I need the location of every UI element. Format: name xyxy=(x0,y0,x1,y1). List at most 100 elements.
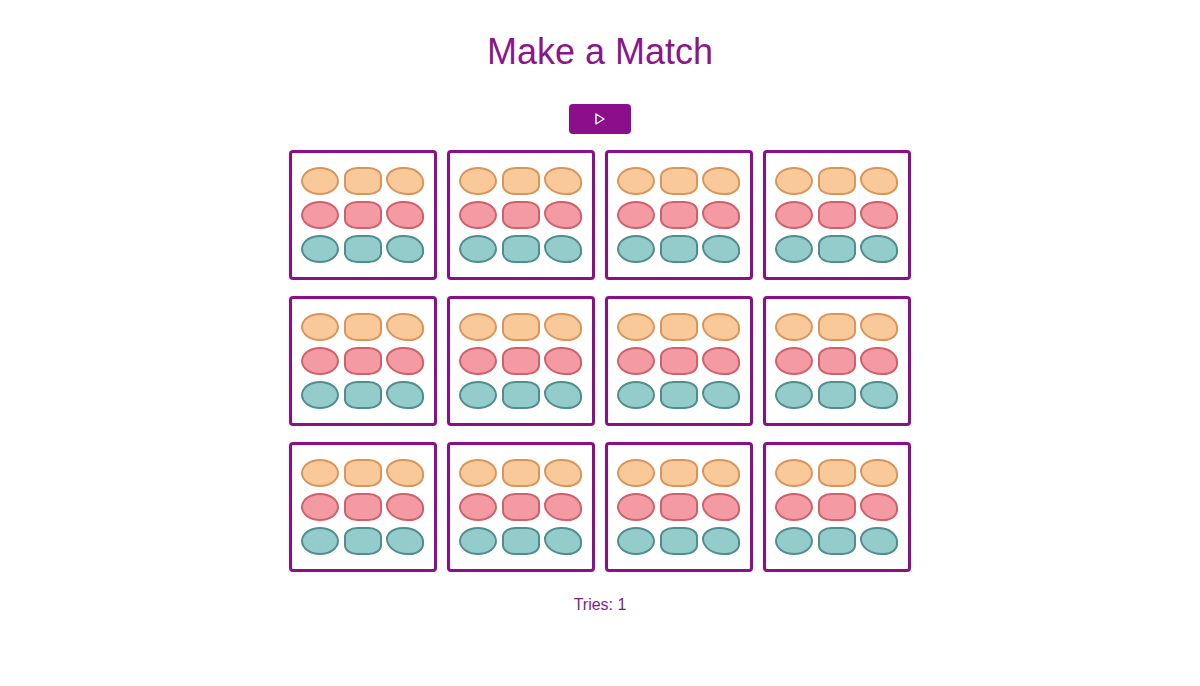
speech-bubble-icon xyxy=(344,167,382,195)
card[interactable] xyxy=(447,150,595,280)
speech-bubble-icon xyxy=(544,347,582,375)
card[interactable] xyxy=(605,296,753,426)
speech-bubble-icon xyxy=(301,527,339,555)
speech-bubble-icon xyxy=(502,347,540,375)
speech-bubble-icon xyxy=(544,381,582,409)
speech-bubble-icon xyxy=(459,201,497,229)
speech-bubble-icon xyxy=(386,459,424,487)
speech-bubble-icon xyxy=(702,459,740,487)
speech-bubble-icon xyxy=(617,201,655,229)
speech-bubble-icon xyxy=(502,381,540,409)
speech-bubble-icon xyxy=(617,459,655,487)
speech-bubble-icon xyxy=(702,381,740,409)
speech-bubble-icon xyxy=(818,459,856,487)
speech-bubble-icon xyxy=(702,313,740,341)
card-back-picture xyxy=(459,167,583,263)
card[interactable] xyxy=(289,150,437,280)
speech-bubble-icon xyxy=(459,381,497,409)
card[interactable] xyxy=(605,150,753,280)
speech-bubble-icon xyxy=(775,347,813,375)
speech-bubble-icon xyxy=(818,381,856,409)
speech-bubble-icon xyxy=(702,493,740,521)
make-a-match-page: Make a MatchTries: 1 xyxy=(0,0,1200,686)
play-button[interactable] xyxy=(569,104,631,134)
speech-bubble-icon xyxy=(386,235,424,263)
speech-bubble-icon xyxy=(502,527,540,555)
speech-bubble-icon xyxy=(775,201,813,229)
speech-bubble-icon xyxy=(860,527,898,555)
speech-bubble-icon xyxy=(860,381,898,409)
speech-bubble-icon xyxy=(860,235,898,263)
speech-bubble-icon xyxy=(617,527,655,555)
speech-bubble-icon xyxy=(775,313,813,341)
card[interactable] xyxy=(763,296,911,426)
speech-bubble-icon xyxy=(775,381,813,409)
card[interactable] xyxy=(605,442,753,572)
card-back-picture xyxy=(617,313,741,409)
speech-bubble-icon xyxy=(386,167,424,195)
speech-bubble-icon xyxy=(459,459,497,487)
speech-bubble-icon xyxy=(544,201,582,229)
speech-bubble-icon xyxy=(775,459,813,487)
card[interactable] xyxy=(289,442,437,572)
speech-bubble-icon xyxy=(459,313,497,341)
card[interactable] xyxy=(447,442,595,572)
speech-bubble-icon xyxy=(660,201,698,229)
speech-bubble-icon xyxy=(660,459,698,487)
card-back-picture xyxy=(775,167,899,263)
speech-bubble-icon xyxy=(301,201,339,229)
speech-bubble-icon xyxy=(860,347,898,375)
speech-bubble-icon xyxy=(702,167,740,195)
speech-bubble-icon xyxy=(860,201,898,229)
card-back-picture xyxy=(459,459,583,555)
speech-bubble-icon xyxy=(660,527,698,555)
speech-bubble-icon xyxy=(702,201,740,229)
speech-bubble-icon xyxy=(386,313,424,341)
card-back-picture xyxy=(301,313,425,409)
speech-bubble-icon xyxy=(775,527,813,555)
card-back-picture xyxy=(775,459,899,555)
speech-bubble-icon xyxy=(544,527,582,555)
speech-bubble-icon xyxy=(386,201,424,229)
speech-bubble-icon xyxy=(617,167,655,195)
speech-bubble-icon xyxy=(544,313,582,341)
speech-bubble-icon xyxy=(660,381,698,409)
speech-bubble-icon xyxy=(301,235,339,263)
speech-bubble-icon xyxy=(301,459,339,487)
speech-bubble-icon xyxy=(775,167,813,195)
speech-bubble-icon xyxy=(301,493,339,521)
speech-bubble-icon xyxy=(818,493,856,521)
card-back-picture xyxy=(775,313,899,409)
speech-bubble-icon xyxy=(702,235,740,263)
card-back-picture xyxy=(301,167,425,263)
speech-bubble-icon xyxy=(301,167,339,195)
card[interactable] xyxy=(447,296,595,426)
speech-bubble-icon xyxy=(459,527,497,555)
speech-bubble-icon xyxy=(660,493,698,521)
speech-bubble-icon xyxy=(818,313,856,341)
speech-bubble-icon xyxy=(818,201,856,229)
card-back-picture xyxy=(617,459,741,555)
speech-bubble-icon xyxy=(344,459,382,487)
speech-bubble-icon xyxy=(775,493,813,521)
speech-bubble-icon xyxy=(660,167,698,195)
speech-bubble-icon xyxy=(617,493,655,521)
game-title: Make a Match xyxy=(487,28,713,76)
speech-bubble-icon xyxy=(660,347,698,375)
speech-bubble-icon xyxy=(344,235,382,263)
speech-bubble-icon xyxy=(344,381,382,409)
speech-bubble-icon xyxy=(660,313,698,341)
speech-bubble-icon xyxy=(544,235,582,263)
speech-bubble-icon xyxy=(660,235,698,263)
speech-bubble-icon xyxy=(818,167,856,195)
speech-bubble-icon xyxy=(344,313,382,341)
speech-bubble-icon xyxy=(344,527,382,555)
card[interactable] xyxy=(763,442,911,572)
speech-bubble-icon xyxy=(544,167,582,195)
card[interactable] xyxy=(763,150,911,280)
speech-bubble-icon xyxy=(818,235,856,263)
card[interactable] xyxy=(289,296,437,426)
speech-bubble-icon xyxy=(386,493,424,521)
speech-bubble-icon xyxy=(502,493,540,521)
speech-bubble-icon xyxy=(617,347,655,375)
